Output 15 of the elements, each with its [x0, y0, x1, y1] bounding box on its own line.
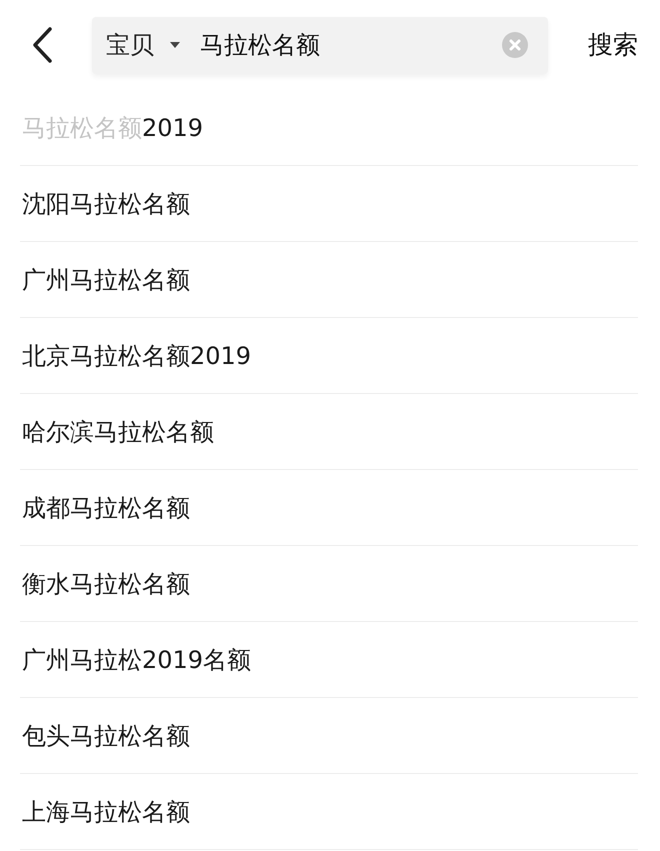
scope-dropdown[interactable]: 宝贝	[106, 27, 180, 63]
suggestion-item[interactable]: 衡水马拉松名额	[22, 566, 190, 602]
search-button[interactable]: 搜索	[588, 26, 638, 64]
suggestion-item[interactable]: 上海马拉松名额	[22, 794, 190, 830]
clear-icon	[502, 32, 528, 58]
suggestion-item[interactable]: 成都马拉松名额	[22, 490, 190, 526]
caret-icon	[170, 42, 180, 48]
suggestion-item[interactable]: 广州马拉松2019名额	[22, 642, 252, 678]
suggestion-item[interactable]: 马拉松名额2019	[22, 110, 204, 146]
suggestion-item[interactable]: 北京马拉松名额2019	[22, 338, 252, 374]
suggestion-item[interactable]: 哈尔滨马拉松名额	[22, 414, 214, 450]
suggestion-item[interactable]: 沈阳马拉松名额	[22, 186, 190, 222]
suggestion-item[interactable]: 广州马拉松名额	[22, 262, 190, 298]
suggestion-item[interactable]: 包头马拉松名额	[22, 718, 190, 754]
search-field[interactable]: 宝贝 马拉松名额	[92, 16, 548, 74]
